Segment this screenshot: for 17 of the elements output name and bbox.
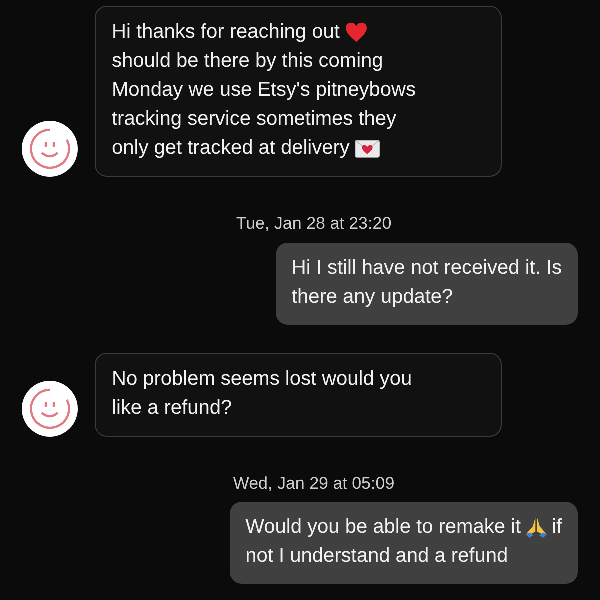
message-text: only get tracked at delivery (112, 136, 350, 161)
message-text: No problem seems lost would you (112, 366, 412, 392)
message-text: Would you be able to remake it (246, 515, 521, 540)
timestamp: Tue, Jan 28 at 23:20 (236, 214, 392, 233)
praying-hands-icon (526, 516, 547, 539)
timestamp: Wed, Jan 29 at 05:09 (233, 474, 395, 492)
heart-icon (344, 22, 368, 43)
message-text: Monday we use Etsy's pitneybows (112, 78, 416, 103)
message-text: Hi thanks for reaching out (112, 20, 340, 45)
message-text: if (552, 515, 562, 540)
message-text: tracking service sometimes they (112, 107, 397, 132)
message-text: like a refund? (112, 396, 232, 420)
message-text: not I understand and a refund (246, 544, 508, 569)
envelope-icon (354, 140, 380, 158)
message-text: should be there by this coming (112, 49, 384, 74)
message-text: Hi I still have not received it. Is (292, 256, 562, 280)
message-text: there any update? (292, 284, 454, 310)
